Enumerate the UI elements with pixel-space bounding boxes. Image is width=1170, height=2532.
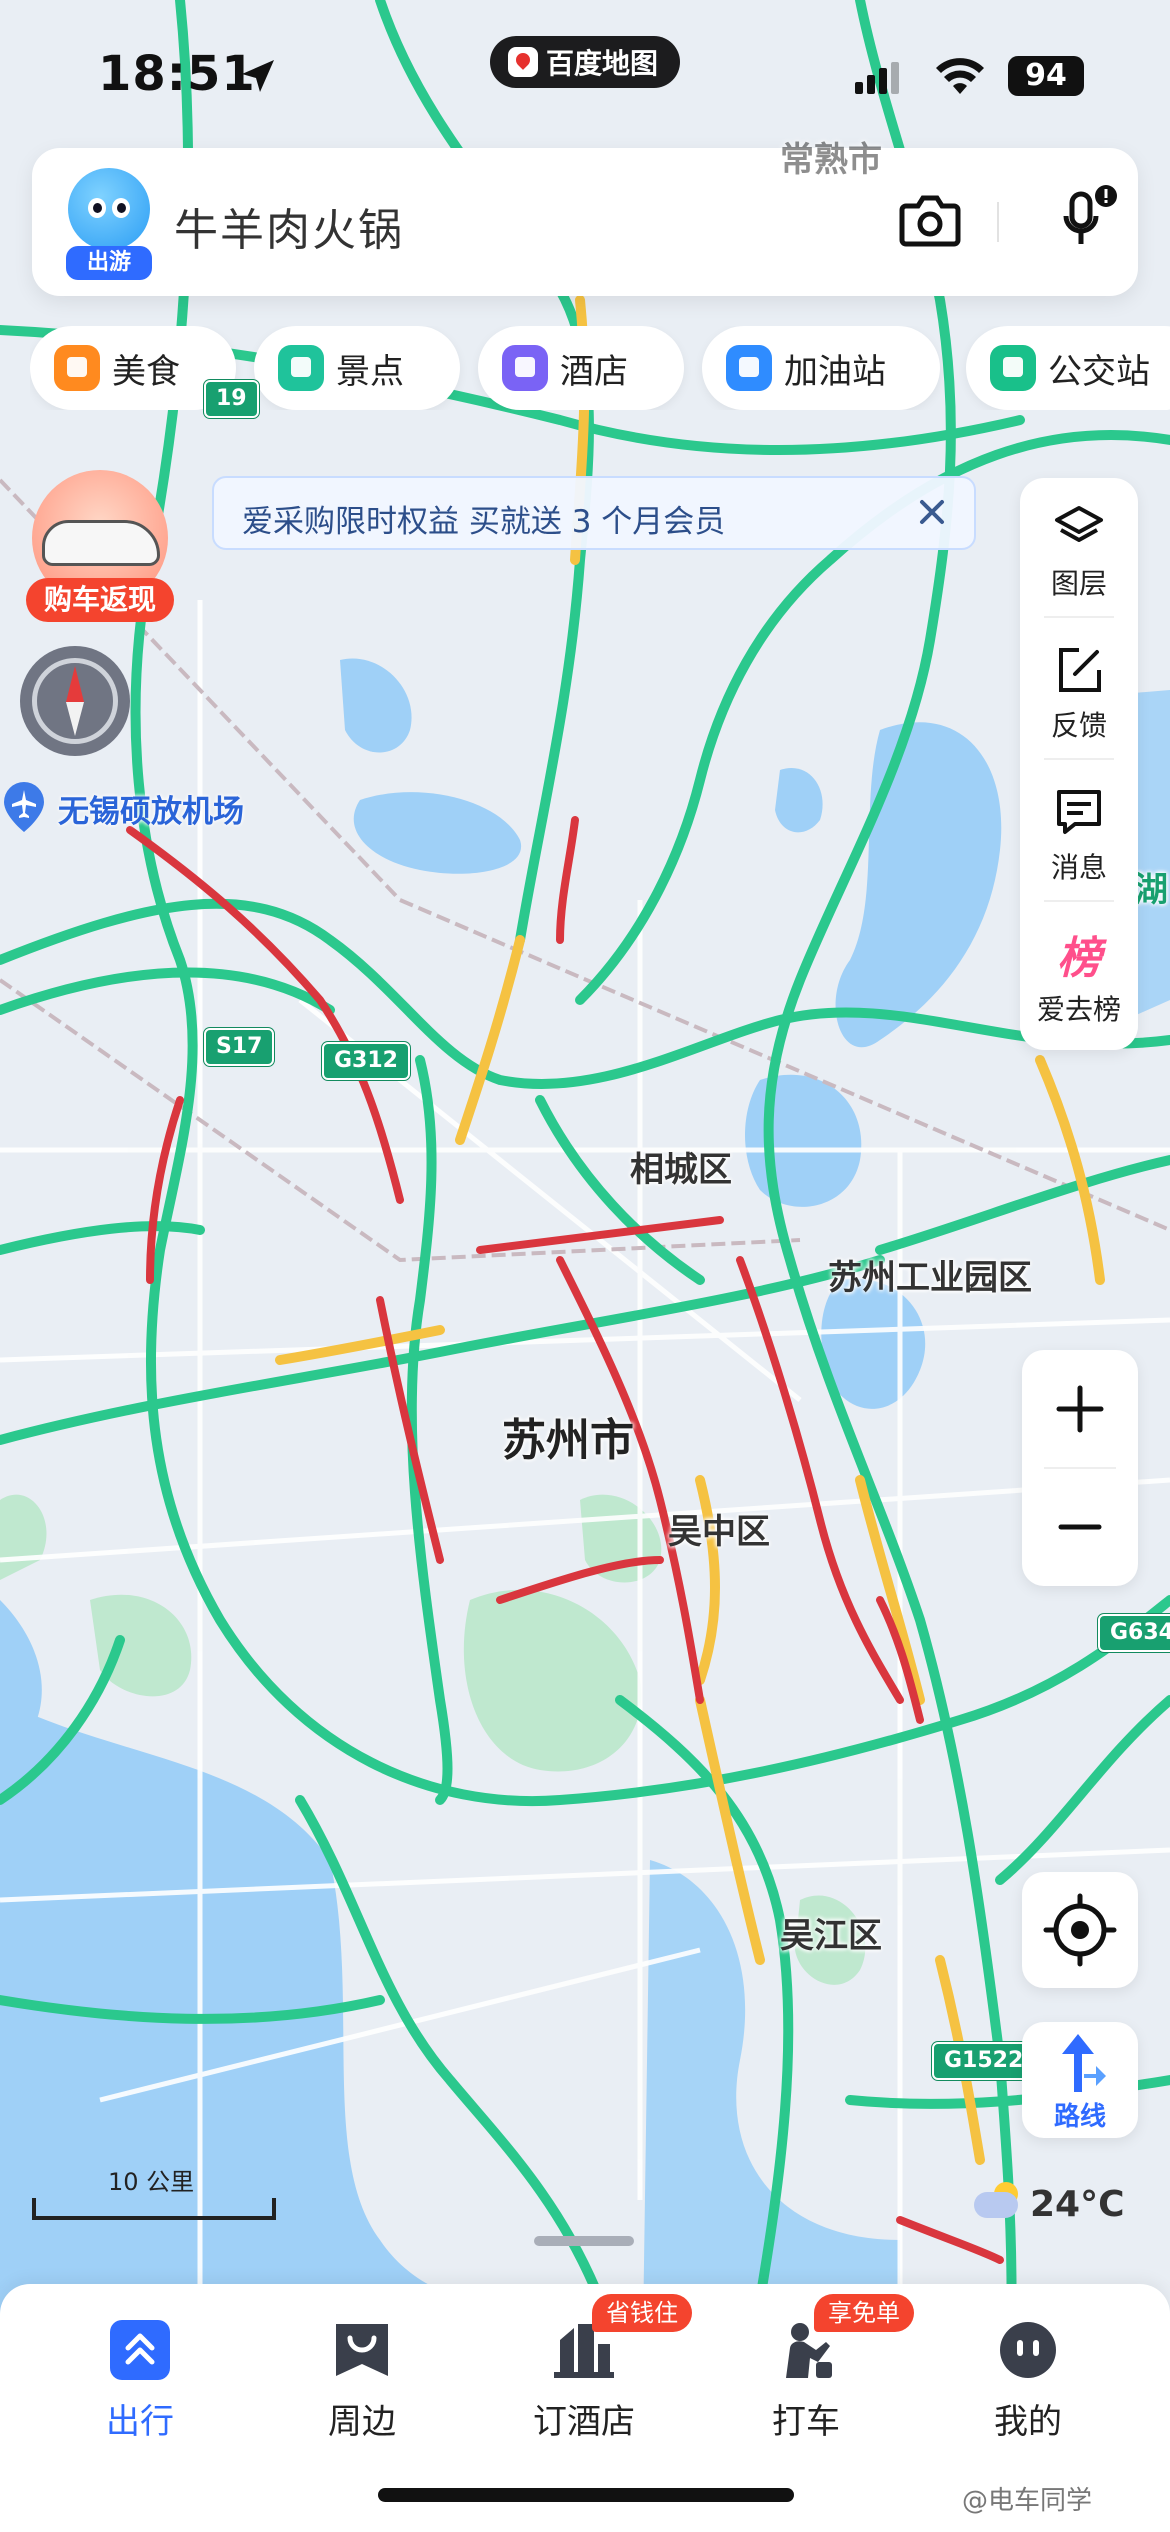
weather-widget[interactable]: 24°C	[972, 2180, 1142, 2230]
messages-button[interactable]: 消息	[1020, 762, 1138, 902]
mascot-face-icon	[68, 168, 150, 250]
edit-icon	[1059, 648, 1101, 692]
layers-icon	[1055, 506, 1103, 542]
category-chips: 美食 景点 酒店 加油站 公交站	[30, 326, 1170, 410]
map-toolbar: 图层 反馈 消息 榜 爱去榜	[1020, 478, 1138, 1050]
promo-banner[interactable]: 爱采购限时权益 买就送 3 个月会员	[212, 476, 976, 550]
search-input[interactable]: 牛羊肉火锅	[174, 194, 404, 258]
cellular-signal-icon	[855, 62, 899, 94]
airport-label: 无锡硕放机场	[58, 794, 244, 830]
chip-gas-station[interactable]: 加油站	[702, 326, 940, 410]
app-name: 百度地图	[546, 47, 659, 80]
chip-label: 公交站	[1048, 351, 1150, 392]
travel-icon	[110, 2320, 170, 2380]
route-button[interactable]: 路线	[1022, 2022, 1138, 2138]
road-shield: S17	[204, 1028, 275, 1066]
search-divider	[997, 202, 999, 242]
location-arrow-icon	[242, 60, 274, 92]
nav-profile[interactable]: 我的	[938, 2308, 1118, 2458]
district-label: 常熟市	[780, 140, 882, 180]
nav-label: 订酒店	[533, 2402, 635, 2442]
nav-badge: 享免单	[814, 2294, 914, 2332]
nav-hotel-booking[interactable]: 订酒店 省钱住	[494, 2294, 692, 2458]
zoom-in-icon[interactable]	[1022, 1350, 1138, 1468]
home-indicator[interactable]	[378, 2488, 794, 2502]
feedback-button[interactable]: 反馈	[1020, 620, 1138, 760]
status-time: 18:51	[98, 46, 256, 102]
nav-nearby[interactable]: 周边	[272, 2308, 452, 2458]
app-source-pill[interactable]: 百度地图	[490, 36, 680, 88]
chip-label: 景点	[336, 351, 404, 392]
zoom-control	[1022, 1350, 1138, 1586]
food-icon	[54, 345, 100, 391]
nearby-icon	[336, 2324, 388, 2376]
compass-icon[interactable]	[20, 646, 130, 756]
close-icon[interactable]	[912, 492, 952, 532]
mascot-avatar[interactable]: 出游	[66, 168, 152, 280]
battery-indicator: 94	[1008, 56, 1084, 96]
drawer-handle[interactable]	[534, 2236, 634, 2246]
route-arrow-icon	[1062, 2034, 1106, 2092]
district-label: 吴中区	[668, 1512, 770, 1552]
messages-label: 消息	[1050, 851, 1107, 884]
layers-label: 图层	[1050, 567, 1107, 600]
city-label: 苏州市	[502, 1415, 634, 1466]
chip-label: 美食	[112, 351, 180, 392]
ranking-icon: 榜	[1057, 933, 1101, 984]
nav-travel[interactable]: 出行	[50, 2308, 230, 2458]
nav-badge: 省钱住	[592, 2294, 692, 2332]
nav-label: 我的	[994, 2402, 1062, 2442]
wifi-icon	[936, 58, 984, 94]
road-shield: G312	[322, 1042, 410, 1080]
search-bar[interactable]: 出游 牛羊肉火锅	[32, 148, 1138, 296]
nav-label: 打车	[772, 2402, 840, 2442]
ranking-label: 爱去榜	[1036, 993, 1121, 1026]
scale-bar	[32, 2198, 276, 2220]
car-icon	[42, 520, 160, 566]
baidu-map-logo-icon	[508, 47, 538, 77]
layers-button[interactable]: 图层	[1020, 478, 1138, 618]
nav-taxi[interactable]: 打车 享免单	[716, 2294, 914, 2458]
chip-label: 酒店	[560, 351, 628, 392]
camera-icon[interactable]	[898, 190, 962, 250]
chip-bus-stop[interactable]: 公交站	[966, 326, 1170, 410]
lake-label: 湖	[1134, 870, 1168, 910]
scale-label: 10 公里	[108, 2168, 195, 2196]
message-icon	[1057, 790, 1101, 834]
road-shield: G1522	[932, 2042, 1036, 2080]
status-bar: 18:51 百度地图 94	[0, 0, 1170, 150]
feedback-label: 反馈	[1050, 709, 1107, 742]
district-label: 相城区	[630, 1150, 732, 1190]
promo-label: 购车返现	[26, 578, 174, 622]
temperature: 24°C	[1030, 2184, 1125, 2225]
zoom-out-icon[interactable]	[1022, 1468, 1138, 1586]
crosshair-icon	[1043, 1893, 1117, 1967]
road-shield: G634	[1098, 1614, 1170, 1652]
road-shield: 19	[204, 380, 259, 418]
hotel-icon	[502, 345, 548, 391]
nav-label: 周边	[328, 2402, 396, 2442]
car-cashback-promo[interactable]: 购车返现	[26, 470, 174, 622]
chip-scenic[interactable]: 景点	[254, 326, 460, 410]
cloud-icon	[974, 2192, 1018, 2218]
ranking-button[interactable]: 榜 爱去榜	[1020, 904, 1138, 1044]
chip-label: 加油站	[784, 351, 886, 392]
district-label: 苏州工业园区	[828, 1258, 1032, 1298]
nav-label: 出行	[106, 2402, 174, 2442]
chip-hotel[interactable]: 酒店	[478, 326, 684, 410]
district-label: 吴江区	[780, 1916, 882, 1956]
locate-button[interactable]	[1022, 1872, 1138, 1988]
bus-stop-icon	[990, 345, 1036, 391]
watermark: @电车同学	[962, 2486, 1093, 2516]
map-scale: 10 公里	[30, 2162, 278, 2222]
gas-station-icon	[726, 345, 772, 391]
profile-icon	[1000, 2322, 1056, 2378]
microphone-icon[interactable]	[1062, 184, 1118, 252]
banner-text: 爱采购限时权益 买就送 3 个月会员	[242, 504, 726, 540]
airplane-icon	[4, 782, 44, 832]
scenic-icon	[278, 345, 324, 391]
mascot-tag: 出游	[66, 246, 152, 280]
route-label: 路线	[1053, 2102, 1106, 2132]
